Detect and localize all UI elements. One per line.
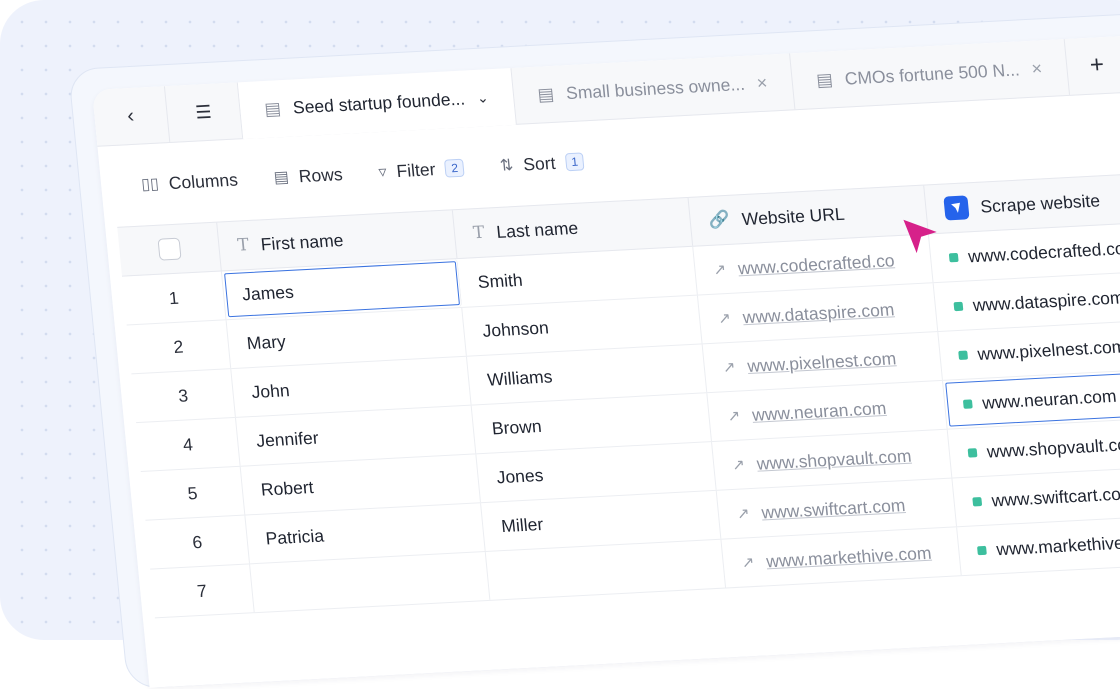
filter-label: Filter bbox=[395, 158, 437, 181]
status-dot bbox=[948, 252, 959, 262]
external-link-icon[interactable]: ↗ bbox=[736, 504, 750, 523]
rows-icon: ▤ bbox=[272, 168, 290, 187]
filter-button[interactable]: ▿ Filter 2 bbox=[377, 157, 465, 182]
data-grid: T First name T Last name 🔗 Website URL S… bbox=[117, 169, 1120, 619]
column-header-label: Scrape website bbox=[979, 189, 1101, 217]
column-header-label: Last name bbox=[495, 217, 579, 242]
back-button[interactable]: ‹ bbox=[92, 86, 171, 146]
website-url-link[interactable]: www.codecrafted.co bbox=[737, 250, 895, 279]
website-url-link[interactable]: www.dataspire.com bbox=[742, 299, 896, 328]
columns-button[interactable]: ▯▯ Columns bbox=[140, 169, 239, 195]
external-link-icon[interactable]: ↗ bbox=[722, 358, 736, 377]
external-link-icon[interactable]: ↗ bbox=[741, 553, 755, 572]
table-icon: ▤ bbox=[263, 98, 282, 119]
scrape-result-text: www.dataspire.com bbox=[971, 286, 1120, 315]
external-link-icon[interactable]: ↗ bbox=[717, 309, 731, 328]
status-dot bbox=[953, 301, 964, 311]
row-number: 1 bbox=[122, 271, 227, 325]
row-number: 6 bbox=[145, 515, 250, 569]
close-icon[interactable]: × bbox=[756, 72, 769, 93]
row-number: 3 bbox=[131, 369, 236, 423]
scrape-result-text: www.neuran.com bbox=[981, 385, 1118, 413]
scrape-result-text: www.shopvault.com bbox=[985, 433, 1120, 462]
tab-label: Small business owne... bbox=[565, 73, 746, 103]
row-number: 2 bbox=[126, 320, 232, 374]
sort-button[interactable]: ⇅ Sort 1 bbox=[499, 151, 585, 176]
status-dot bbox=[976, 545, 987, 555]
status-dot bbox=[972, 496, 983, 506]
plus-icon: + bbox=[1088, 51, 1106, 79]
text-type-icon: T bbox=[472, 222, 486, 244]
website-url-link[interactable]: www.pixelnest.com bbox=[746, 348, 897, 377]
app-window-stage: ‹ ☰ ▤ Seed startup founde... ⌄ ▤ Small b… bbox=[67, 8, 1120, 689]
tab-label: CMOs fortune 500 N... bbox=[843, 58, 1021, 89]
columns-label: Columns bbox=[167, 169, 239, 193]
sort-label: Sort bbox=[522, 152, 557, 174]
link-icon: 🔗 bbox=[707, 209, 731, 231]
text-type-icon: T bbox=[236, 235, 250, 256]
menu-button[interactable]: ☰ bbox=[164, 82, 244, 142]
select-all-checkbox[interactable] bbox=[157, 237, 182, 261]
row-number: 5 bbox=[140, 466, 246, 520]
column-header-label: First name bbox=[259, 229, 345, 254]
chevron-left-icon: ‹ bbox=[126, 104, 135, 127]
status-dot bbox=[967, 447, 978, 458]
close-icon[interactable]: × bbox=[1031, 58, 1044, 79]
status-dot bbox=[962, 398, 973, 409]
external-link-icon[interactable]: ↗ bbox=[727, 407, 741, 426]
scrape-result-text: www.pixelnest.com bbox=[976, 335, 1120, 364]
website-url-link[interactable]: www.markethive.com bbox=[765, 542, 932, 572]
sort-icon: ⇅ bbox=[499, 157, 515, 175]
new-tab-button[interactable]: + bbox=[1064, 36, 1120, 95]
scrape-result-text: www.codecrafted.co bbox=[967, 237, 1120, 266]
website-url-link[interactable]: www.neuran.com bbox=[751, 397, 887, 425]
row-number: 7 bbox=[150, 564, 255, 618]
scrape-result-text: www.markethive.com bbox=[995, 530, 1120, 559]
columns-icon: ▯▯ bbox=[140, 175, 160, 194]
external-link-icon[interactable]: ↗ bbox=[713, 260, 727, 279]
rows-button[interactable]: ▤ Rows bbox=[273, 164, 344, 189]
scrape-logo-icon bbox=[943, 195, 970, 221]
website-url-link[interactable]: www.shopvault.com bbox=[756, 445, 912, 474]
grid-body: 1 James Smith ↗ www.codecrafted.co www.codecr… bbox=[122, 219, 1120, 619]
sort-count-badge: 1 bbox=[564, 152, 585, 172]
chevron-down-icon[interactable]: ⌄ bbox=[476, 89, 489, 107]
status-dot bbox=[958, 350, 969, 360]
external-link-icon[interactable]: ↗ bbox=[731, 455, 746, 474]
table-icon: ▤ bbox=[815, 68, 834, 90]
hamburger-menu-icon: ☰ bbox=[194, 101, 213, 123]
website-url-link[interactable]: www.swiftcart.com bbox=[761, 495, 907, 523]
column-header-label: Website URL bbox=[740, 203, 846, 229]
row-number: 4 bbox=[136, 417, 241, 471]
table-icon: ▤ bbox=[536, 83, 556, 105]
filter-icon: ▿ bbox=[377, 163, 388, 182]
select-all-cell bbox=[117, 222, 222, 276]
filter-count-badge: 2 bbox=[444, 158, 465, 178]
rows-label: Rows bbox=[297, 163, 344, 186]
tab-label: Seed startup founde... bbox=[292, 88, 466, 118]
app-window: ‹ ☰ ▤ Seed startup founde... ⌄ ▤ Small b… bbox=[92, 32, 1120, 688]
scrape-result-text: www.swiftcart.com bbox=[990, 482, 1120, 510]
mouse-cursor-icon bbox=[899, 216, 943, 263]
